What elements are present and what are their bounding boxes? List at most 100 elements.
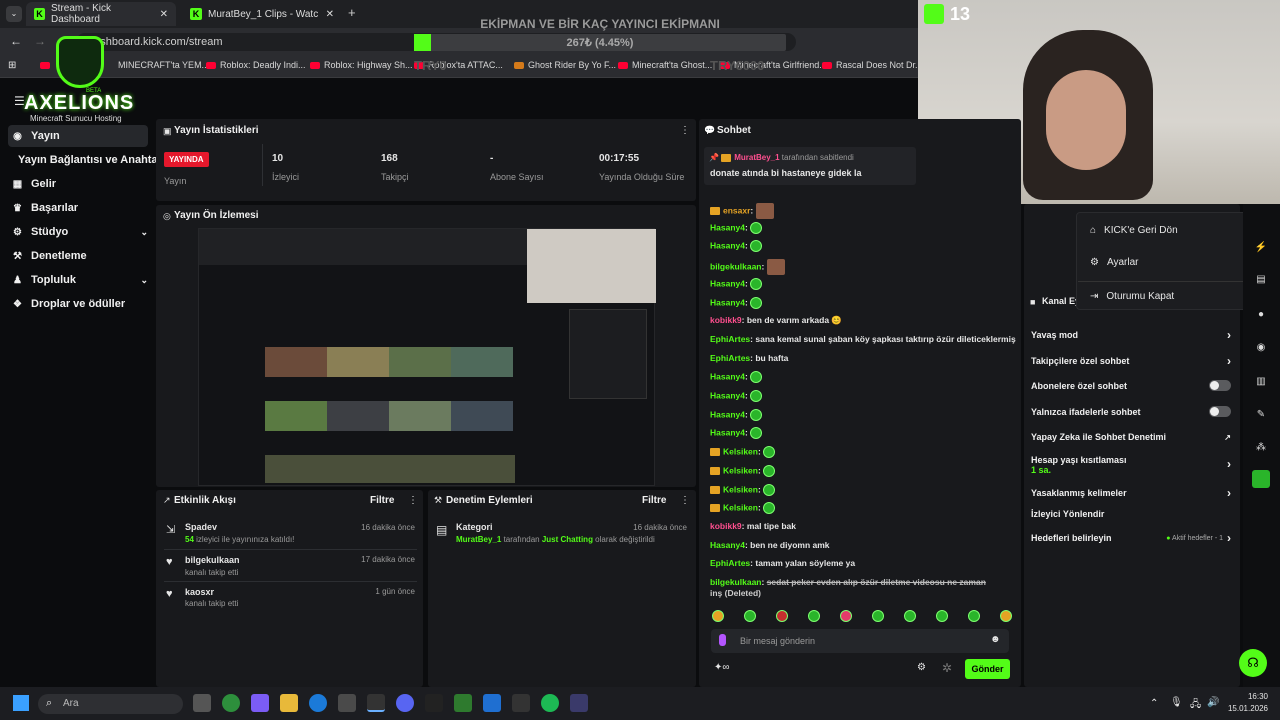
card-icon[interactable]: ▤	[1252, 270, 1270, 288]
forward-icon[interactable]: →	[34, 34, 46, 48]
activity-filter-button[interactable]: Filtre	[370, 495, 394, 506]
chat-message[interactable]: Hasany4:	[710, 390, 763, 402]
back-icon[interactable]: ←	[10, 34, 22, 48]
chat-username[interactable]: Hasany4	[710, 390, 745, 400]
chat-username[interactable]: Hasany4	[710, 241, 745, 251]
roblox-icon[interactable]	[483, 694, 501, 712]
support-icon[interactable]: ☊	[1239, 649, 1267, 677]
setting-slow-mode[interactable]: Yavaş mod ›	[1031, 328, 1231, 342]
emote-icon[interactable]	[1000, 610, 1012, 622]
settings-cog-icon[interactable]: ✲	[942, 661, 952, 675]
chat-username[interactable]: Hasany4	[710, 297, 745, 307]
emote-icon[interactable]	[968, 610, 980, 622]
tab-clips[interactable]: K MuratBey_1 Clips - Watch Live ✕	[182, 2, 342, 26]
capcut-icon[interactable]	[425, 694, 443, 712]
minecraft-icon[interactable]	[454, 694, 472, 712]
tray-chevron-icon[interactable]: ⌃	[1150, 698, 1158, 709]
sidebar-item-stream-key[interactable]: Yayın Bağlantısı ve Anahtarı	[14, 149, 165, 171]
points-icon[interactable]: ✦∞	[714, 662, 730, 673]
chat-message[interactable]: Hasany4:	[710, 277, 763, 290]
obs-icon[interactable]	[367, 694, 385, 712]
sidebar-item-studyo[interactable]: ⚙ Stüdyo ⌄	[8, 221, 148, 243]
chat-username[interactable]: Hasany4	[710, 540, 745, 550]
emotes-only-toggle[interactable]	[1209, 406, 1231, 417]
store-icon[interactable]	[338, 694, 356, 712]
taskbar-time[interactable]: 16:30	[1226, 692, 1268, 701]
kick-app-icon[interactable]	[1252, 470, 1270, 488]
task-view-icon[interactable]	[193, 694, 211, 712]
setting-host-redirect[interactable]: İzleyici Yönlendir	[1031, 509, 1231, 519]
emote-icon[interactable]	[936, 610, 948, 622]
chat-message[interactable]: bilgekulkaan: sedat peker evden alıp özü…	[710, 577, 986, 587]
emote-icon[interactable]	[840, 610, 852, 622]
bookmark-5[interactable]: Ghost Rider By Yo F...	[514, 60, 616, 70]
chat-username[interactable]: EphiArtes	[710, 334, 750, 344]
sidebar-item-droplar[interactable]: ❖ Droplar ve ödüller	[8, 293, 148, 315]
emoji-icon[interactable]: ☻	[990, 634, 1001, 645]
chat-username[interactable]: Kelsiken	[723, 465, 758, 475]
chat-message[interactable]: EphiArtes: bu hafta	[710, 353, 788, 363]
chat-message[interactable]: Kelsiken:	[710, 446, 776, 459]
chat-message[interactable]: Hasany4: ben ne diyomn amk	[710, 540, 830, 550]
bookmark-3[interactable]: Roblox: Highway Sh...	[310, 60, 413, 70]
chat-bubble-icon[interactable]: ●	[1252, 305, 1270, 323]
spotify-icon[interactable]	[541, 694, 559, 712]
more-options-icon[interactable]: ⋮	[680, 495, 690, 506]
chat-username[interactable]: ensaxr	[723, 205, 750, 215]
chat-username[interactable]: kobikk9	[710, 315, 742, 325]
chat-message[interactable]: Hasany4:	[710, 427, 763, 440]
sidebar-item-denetleme[interactable]: ⚒ Denetleme	[8, 245, 148, 267]
chrome-icon[interactable]	[222, 694, 240, 712]
microphone-icon[interactable]	[719, 634, 726, 646]
emote-icon[interactable]	[776, 610, 788, 622]
chat-username[interactable]: Hasany4	[710, 372, 745, 382]
setting-emotes-only[interactable]: Yalnızca ifadelerle sohbet	[1031, 406, 1231, 417]
chat-message[interactable]: Kelsiken:	[710, 464, 776, 477]
bookmark-8[interactable]: Rascal Does Not Dr...	[822, 60, 923, 70]
chat-message[interactable]: Hasany4:	[710, 371, 763, 384]
emote-icon[interactable]	[808, 610, 820, 622]
chat-message[interactable]: Hasany4:	[710, 296, 763, 309]
microphone-tray-icon[interactable]: 🎙	[1170, 697, 1183, 708]
chat-username[interactable]: Kelsiken	[723, 502, 758, 512]
apps-icon[interactable]: ⊞	[8, 60, 16, 71]
send-button[interactable]: Gönder	[965, 659, 1010, 679]
chat-message[interactable]: EphiArtes: tamam yalan söyleme ya	[710, 558, 855, 568]
chat-message[interactable]: EphiArtes: sana kemal sunal şaban köy şa…	[710, 334, 1016, 344]
roblox-studio-icon[interactable]	[512, 694, 530, 712]
tab-list-button[interactable]: ⌄	[6, 6, 22, 22]
emote-icon[interactable]	[904, 610, 916, 622]
menu-back-to-kick[interactable]: ⌂ KICK'e Geri Dön	[1090, 225, 1178, 236]
file-explorer-icon[interactable]	[280, 694, 298, 712]
setting-ai-moderation[interactable]: Yapay Zeka ile Sohbet Denetimi ↗	[1031, 432, 1231, 442]
chat-message[interactable]: ensaxr:	[710, 203, 774, 219]
windows-start-icon[interactable]	[13, 695, 29, 711]
volume-icon[interactable]: 🔊	[1207, 697, 1219, 708]
chat-message[interactable]: bilgekulkaan:	[710, 259, 785, 276]
layout-icon[interactable]: ▥	[1252, 372, 1270, 390]
chat-username[interactable]: Hasany4	[710, 278, 745, 288]
discord-icon[interactable]	[396, 694, 414, 712]
chat-username[interactable]: bilgekulkaan	[710, 261, 762, 271]
chat-message[interactable]: Hasany4:	[710, 408, 763, 421]
chat-username[interactable]: Hasany4	[710, 222, 745, 232]
emote-icon[interactable]	[744, 610, 756, 622]
chat-username[interactable]: Hasany4	[710, 409, 745, 419]
close-icon[interactable]: ✕	[326, 9, 334, 20]
copilot-icon[interactable]	[251, 694, 269, 712]
mod-filter-button[interactable]: Filtre	[642, 495, 666, 506]
chat-message[interactable]: Hasany4:	[710, 240, 763, 253]
bolt-icon[interactable]: ⚡	[1252, 238, 1270, 256]
chat-username[interactable]: kobikk9	[710, 521, 742, 531]
setting-account-age[interactable]: Hesap yaşı kısıtlaması 1 sa. ›	[1031, 455, 1231, 479]
chat-username[interactable]: EphiArtes	[710, 558, 750, 568]
tab-kick-dashboard[interactable]: K Stream - Kick Dashboard ✕	[26, 2, 176, 26]
setting-goals[interactable]: Hedefleri belirleyin ● Aktif hedefler - 1…	[1031, 531, 1231, 545]
taskbar-date[interactable]: 15.01.2026	[1220, 704, 1268, 713]
share-icon[interactable]: ⁂	[1252, 438, 1270, 456]
bookmark-2[interactable]: Roblox: Deadly Indi...	[206, 60, 306, 70]
setting-subs-only[interactable]: Abonelere özel sohbet	[1031, 380, 1231, 391]
chat-username[interactable]: Kelsiken	[723, 446, 758, 456]
sidebar-item-gelir[interactable]: ▦ Gelir	[8, 173, 148, 195]
chat-message[interactable]: kobikk9: mal tipe bak	[710, 521, 796, 531]
